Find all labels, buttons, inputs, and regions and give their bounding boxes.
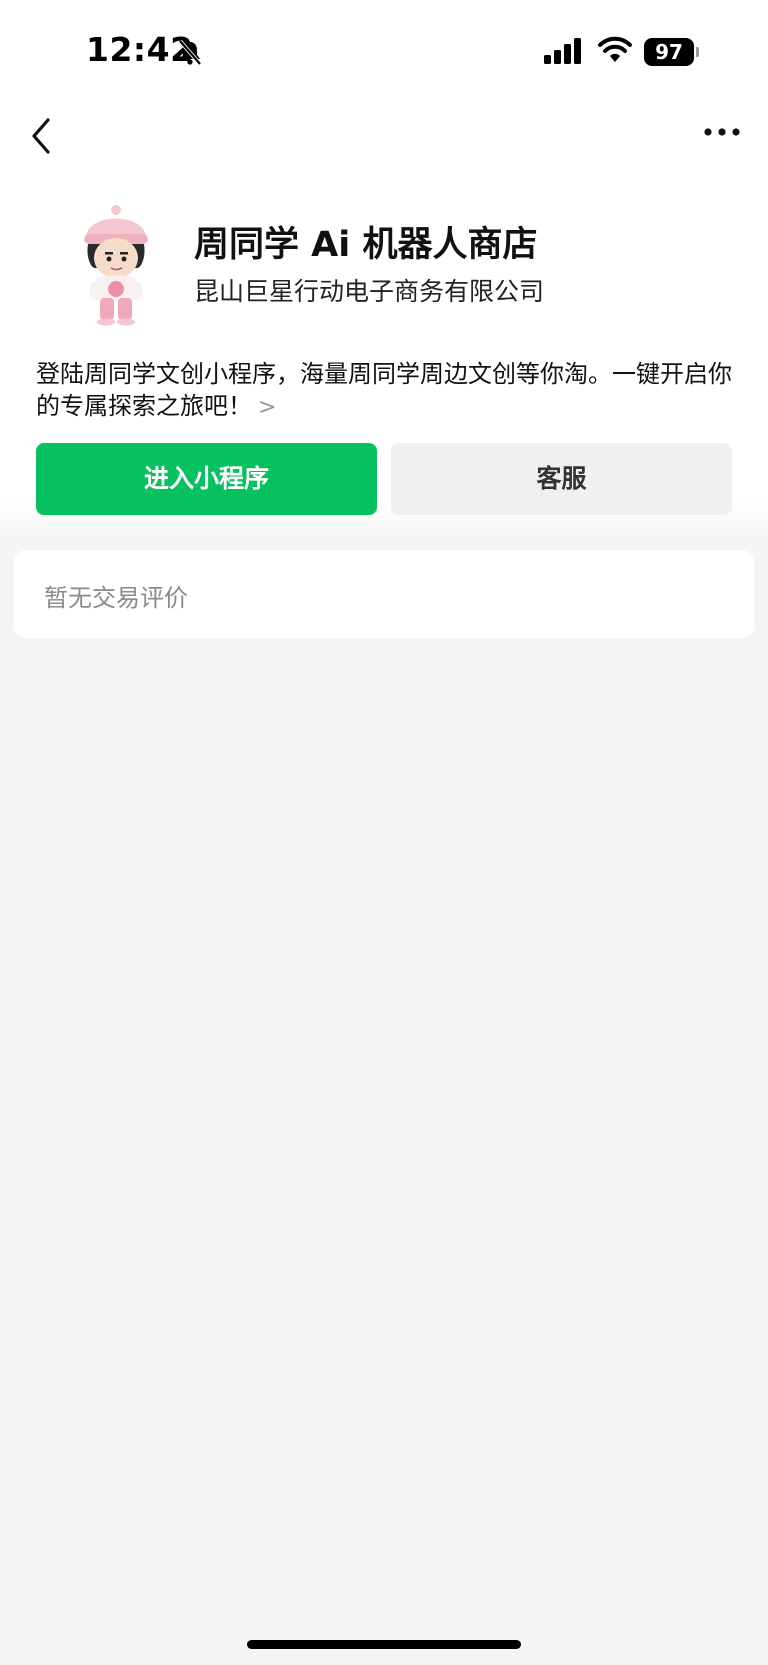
more-dots-icon[interactable] xyxy=(700,118,746,146)
battery-tip xyxy=(696,47,699,57)
chevron-right-icon: > xyxy=(258,395,277,420)
customer-service-button[interactable]: 客服 xyxy=(391,443,732,515)
review-card: 暂无交易评价 xyxy=(14,550,754,638)
chevron-left-icon[interactable] xyxy=(24,112,64,160)
enter-mini-program-button[interactable]: 进入小程序 xyxy=(36,443,377,515)
shop-title: 周同学 Ai 机器人商店 xyxy=(194,225,538,265)
avatar xyxy=(84,205,148,326)
battery-level: 97 xyxy=(644,38,694,66)
wifi-icon xyxy=(598,36,632,62)
shop-description[interactable]: 登陆周同学文创小程序，海量周同学周边文创等你淘。一键开启你的专属探索之旅吧！ > xyxy=(36,358,736,424)
signal-icon xyxy=(544,38,581,64)
status-bar: 12:42 97 xyxy=(0,0,768,100)
home-indicator[interactable] xyxy=(247,1640,521,1649)
bell-slash-icon xyxy=(178,39,202,66)
battery-icon: 97 xyxy=(644,38,699,66)
shop-description-text: 登陆周同学文创小程序，海量周同学周边文创等你淘。一键开启你的专属探索之旅吧！ xyxy=(36,360,732,420)
review-empty-text: 暂无交易评价 xyxy=(44,584,188,612)
company-name: 昆山巨星行动电子商务有限公司 xyxy=(194,277,545,306)
